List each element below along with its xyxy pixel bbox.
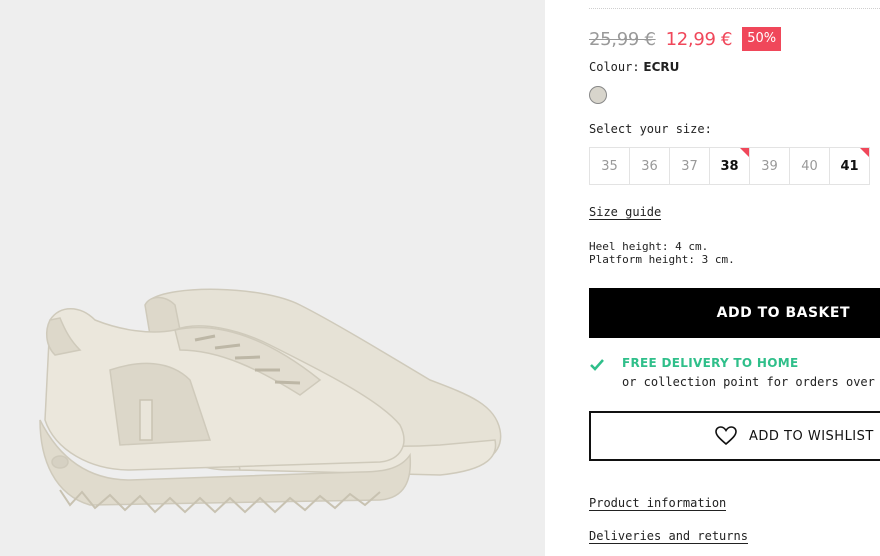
low-stock-marker — [860, 148, 869, 157]
size-option[interactable]: 38 — [710, 148, 750, 184]
colour-label: Colour: — [589, 60, 640, 74]
price-row: 25,99 € 12,99 € 50% — [589, 26, 782, 52]
discount-badge: 50% — [742, 27, 782, 51]
add-to-basket-button[interactable]: ADD TO BASKET — [589, 288, 880, 338]
size-selector: 35 36 37 38 39 40 41 — [589, 147, 870, 185]
colour-row: Colour: ECRU — [589, 60, 679, 74]
divider — [589, 8, 880, 9]
product-image — [0, 0, 545, 556]
heights-info: Heel height: 4 cm. Platform height: 3 cm… — [589, 240, 735, 266]
colour-value: ECRU — [643, 60, 680, 74]
size-value: 40 — [801, 158, 818, 174]
heart-icon — [715, 426, 737, 446]
size-option[interactable]: 36 — [630, 148, 670, 184]
size-option[interactable]: 39 — [750, 148, 790, 184]
sale-price: 12,99 € — [665, 28, 733, 50]
size-option[interactable]: 40 — [790, 148, 830, 184]
size-option[interactable]: 37 — [670, 148, 710, 184]
size-value: 37 — [681, 158, 698, 174]
size-option[interactable]: 35 — [590, 148, 630, 184]
size-value: 36 — [641, 158, 658, 174]
delivery-subtitle: or collection point for orders over €40 — [622, 375, 880, 389]
wishlist-label: ADD TO WISHLIST — [749, 428, 874, 444]
platform-height: Platform height: 3 cm. — [589, 253, 735, 266]
low-stock-marker — [740, 148, 749, 157]
colour-swatch[interactable] — [589, 86, 607, 104]
heel-height: Heel height: 4 cm. — [589, 240, 709, 253]
size-guide-link[interactable]: Size guide — [589, 205, 662, 220]
check-icon — [590, 359, 604, 371]
size-value: 38 — [720, 158, 739, 174]
sneaker-illustration — [39, 288, 502, 514]
size-value: 35 — [601, 158, 618, 174]
free-delivery-title: FREE DELIVERY TO HOME — [622, 356, 799, 370]
product-information-link[interactable]: Product information — [589, 496, 727, 511]
size-value: 39 — [761, 158, 778, 174]
add-to-wishlist-button[interactable]: ADD TO WISHLIST — [589, 411, 880, 461]
deliveries-returns-link[interactable]: Deliveries and returns — [589, 529, 748, 544]
size-value: 41 — [840, 158, 859, 174]
old-price: 25,99 € — [589, 28, 656, 50]
size-option[interactable]: 41 — [830, 148, 870, 184]
size-label: Select your size: — [589, 122, 712, 136]
